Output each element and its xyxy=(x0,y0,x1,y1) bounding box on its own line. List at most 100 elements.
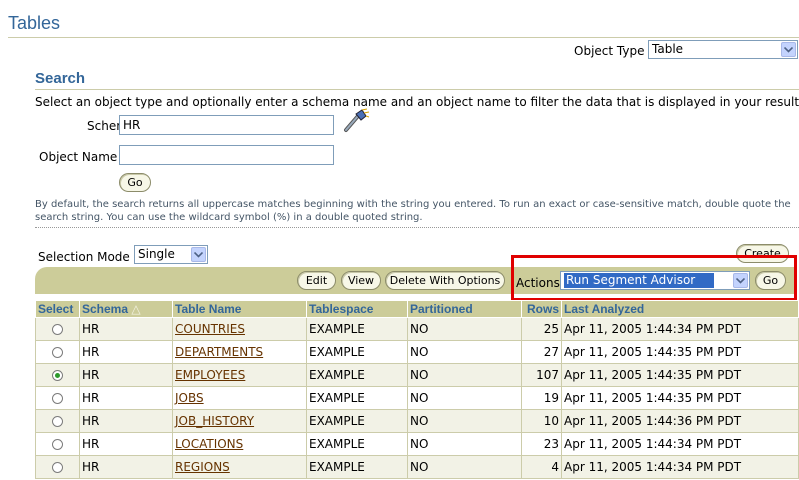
table-row: HR REGIONS EXAMPLE NO 4 Apr 11, 2005 1:44:34 … xyxy=(35,455,799,479)
last-analyzed-cell: Apr 11, 2005 1:44:34 PM PDT xyxy=(561,432,799,456)
table-row: HR COUNTRIES EXAMPLE NO 25 Apr 11, 2005 1:44:… xyxy=(35,317,799,341)
table-name-link[interactable]: COUNTRIES xyxy=(175,322,245,336)
tablespace-cell: EXAMPLE xyxy=(306,432,408,456)
row-select-cell xyxy=(35,432,80,456)
schema-cell: HR xyxy=(79,432,173,456)
schema-cell: HR xyxy=(79,409,173,433)
row-select-cell xyxy=(35,340,80,364)
tablespace-cell: EXAMPLE xyxy=(306,317,408,341)
rows-cell: 4 xyxy=(521,455,562,479)
object-type-label: Object Type xyxy=(574,44,645,58)
last-analyzed-cell: Apr 11, 2005 1:44:34 PM PDT xyxy=(561,317,799,341)
object-name-label: Object Name xyxy=(39,150,118,164)
selection-mode-select[interactable]: Single xyxy=(134,245,208,264)
title-divider xyxy=(8,37,799,38)
last-analyzed-cell: Apr 11, 2005 1:44:35 PM PDT xyxy=(561,340,799,364)
table-name-link[interactable]: JOB_HISTORY xyxy=(175,414,254,428)
rows-cell: 10 xyxy=(521,409,562,433)
table-name-link[interactable]: DEPARTMENTS xyxy=(175,345,263,359)
table-row: HR JOBS EXAMPLE NO 19 Apr 11, 2005 1:44:35 PM… xyxy=(35,386,799,410)
partitioned-cell: NO xyxy=(407,409,522,433)
rows-cell: 107 xyxy=(521,363,562,387)
tablespace-cell: EXAMPLE xyxy=(306,386,408,410)
rows-cell: 25 xyxy=(521,317,562,341)
column-header-tablespace[interactable]: Tablespace xyxy=(306,300,408,318)
partitioned-cell: NO xyxy=(407,432,522,456)
row-select-cell xyxy=(35,386,80,410)
last-analyzed-cell: Apr 11, 2005 1:44:35 PM PDT xyxy=(561,386,799,410)
table-name-link[interactable]: EMPLOYEES xyxy=(175,368,245,382)
row-select-radio[interactable] xyxy=(52,324,63,335)
object-type-select[interactable]: Table xyxy=(648,40,798,59)
search-go-button[interactable]: Go xyxy=(119,173,151,192)
table-name-link[interactable]: REGIONS xyxy=(175,460,230,474)
row-select-radio[interactable] xyxy=(52,393,63,404)
tablespace-cell: EXAMPLE xyxy=(306,455,408,479)
tablespace-cell: EXAMPLE xyxy=(306,340,408,364)
table-header-row: Select Schema △ Table Name Tablespace Pa… xyxy=(35,300,799,318)
last-analyzed-cell: Apr 11, 2005 1:44:36 PM PDT xyxy=(561,409,799,433)
chevron-down-icon[interactable] xyxy=(191,247,206,262)
table-name-link[interactable]: LOCATIONS xyxy=(175,437,243,451)
object-name-input[interactable] xyxy=(119,145,334,165)
partitioned-cell: NO xyxy=(407,317,522,341)
selection-mode-label: Selection Mode xyxy=(38,250,130,264)
tablespace-cell: EXAMPLE xyxy=(306,363,408,387)
table-name-cell: COUNTRIES xyxy=(172,317,307,341)
row-select-cell xyxy=(35,455,80,479)
results-table: Select Schema △ Table Name Tablespace Pa… xyxy=(35,300,799,479)
table-row: HR JOB_HISTORY EXAMPLE NO 10 Apr 11, 2005 1:4… xyxy=(35,409,799,433)
rows-cell: 19 xyxy=(521,386,562,410)
row-select-cell xyxy=(35,317,80,341)
object-type-value: Table xyxy=(652,42,684,56)
partitioned-cell: NO xyxy=(407,340,522,364)
tablespace-cell: EXAMPLE xyxy=(306,409,408,433)
column-header-table-name[interactable]: Table Name xyxy=(172,300,307,318)
column-header-rows[interactable]: Rows xyxy=(521,300,562,318)
schema-input[interactable]: HR xyxy=(119,115,334,135)
search-hint: By default, the search returns all upper… xyxy=(35,199,791,223)
schema-cell: HR xyxy=(79,363,173,387)
edit-button[interactable]: Edit xyxy=(297,271,336,290)
partitioned-cell: NO xyxy=(407,386,522,410)
table-row: HR EMPLOYEES EXAMPLE NO 107 Apr 11, 2005 1:44… xyxy=(35,363,799,387)
rows-cell: 23 xyxy=(521,432,562,456)
partitioned-cell: NO xyxy=(407,455,522,479)
table-name-cell: DEPARTMENTS xyxy=(172,340,307,364)
row-select-cell xyxy=(35,363,80,387)
table-name-cell: JOBS xyxy=(172,386,307,410)
delete-with-options-button[interactable]: Delete With Options xyxy=(385,271,505,290)
table-name-cell: JOB_HISTORY xyxy=(172,409,307,433)
table-body: HR COUNTRIES EXAMPLE NO 25 Apr 11, 2005 1:44:… xyxy=(35,317,799,479)
page-title: Tables xyxy=(8,13,61,33)
column-header-last-analyzed[interactable]: Last Analyzed xyxy=(561,300,799,318)
last-analyzed-cell: Apr 11, 2005 1:44:34 PM PDT xyxy=(561,455,799,479)
column-header-schema[interactable]: Schema △ xyxy=(79,300,173,318)
dotted-divider xyxy=(35,227,799,228)
row-select-radio[interactable] xyxy=(52,439,63,450)
schema-cell: HR xyxy=(79,340,173,364)
flashlight-icon[interactable] xyxy=(340,108,370,137)
last-analyzed-cell: Apr 11, 2005 1:44:35 PM PDT xyxy=(561,363,799,387)
search-divider xyxy=(35,89,799,90)
table-name-link[interactable]: JOBS xyxy=(175,391,204,405)
row-select-radio[interactable] xyxy=(52,462,63,473)
column-header-partitioned[interactable]: Partitioned xyxy=(407,300,522,318)
row-select-radio[interactable] xyxy=(52,347,63,358)
rows-cell: 27 xyxy=(521,340,562,364)
search-instructions: Select an object type and optionally ent… xyxy=(35,95,799,109)
partitioned-cell: NO xyxy=(407,363,522,387)
column-header-select: Select xyxy=(35,300,80,318)
search-heading: Search xyxy=(35,70,86,87)
sort-ascending-icon: △ xyxy=(131,302,141,316)
table-row: HR LOCATIONS EXAMPLE NO 23 Apr 11, 2005 1:44:… xyxy=(35,432,799,456)
table-name-cell: LOCATIONS xyxy=(172,432,307,456)
row-select-radio[interactable] xyxy=(52,370,63,381)
row-select-radio[interactable] xyxy=(52,416,63,427)
table-name-cell: REGIONS xyxy=(172,455,307,479)
view-button[interactable]: View xyxy=(341,271,381,290)
chevron-down-icon[interactable] xyxy=(781,42,796,57)
row-select-cell xyxy=(35,409,80,433)
selection-mode-value: Single xyxy=(138,247,175,261)
table-name-cell: EMPLOYEES xyxy=(172,363,307,387)
